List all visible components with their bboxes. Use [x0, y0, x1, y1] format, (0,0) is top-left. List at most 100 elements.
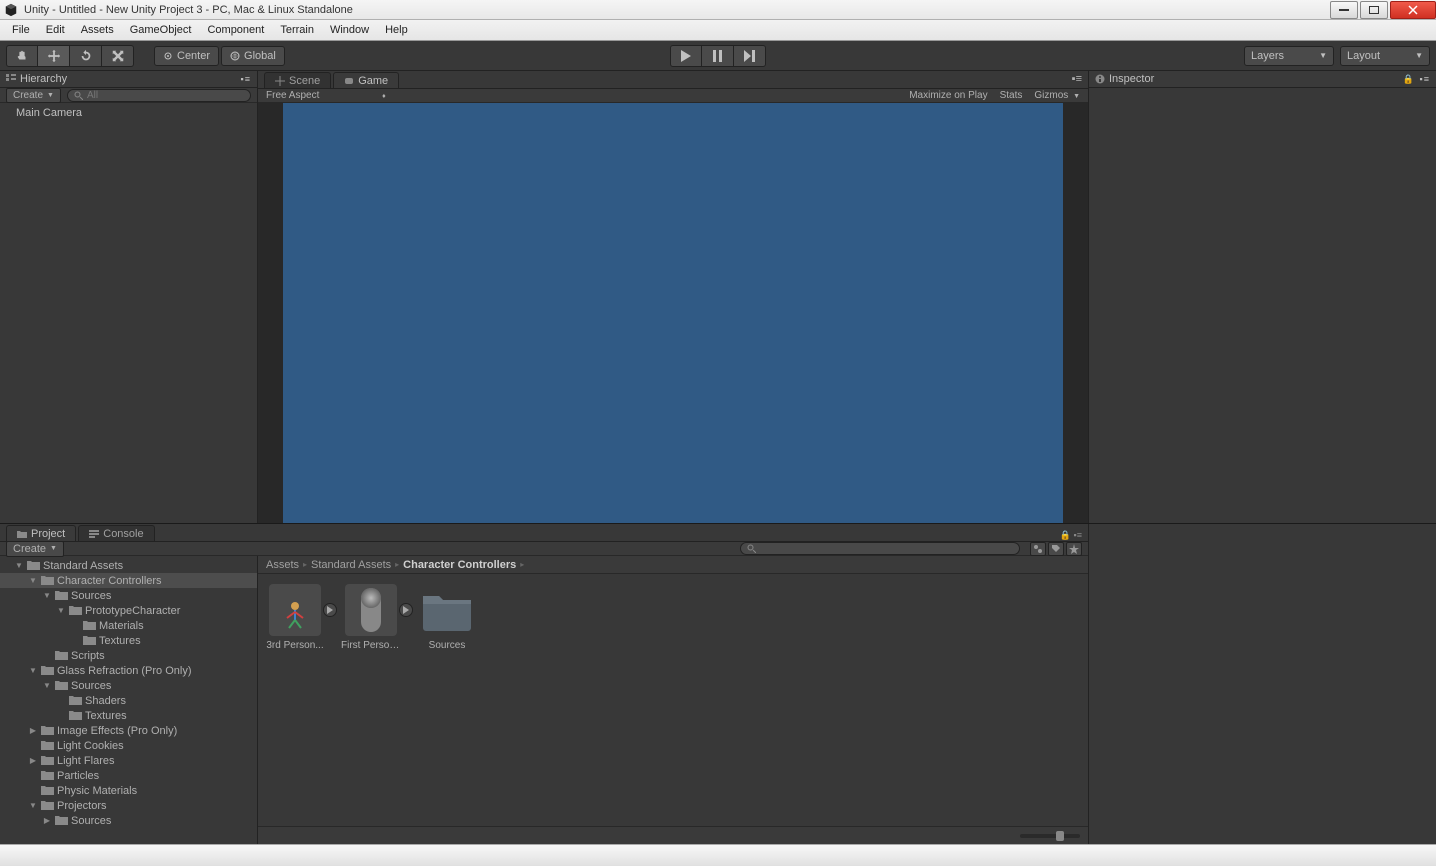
- play-indicator-icon[interactable]: [399, 603, 413, 617]
- scene-tab[interactable]: Scene: [264, 72, 331, 88]
- hand-tool-button[interactable]: [6, 45, 38, 67]
- asset-item[interactable]: Sources: [420, 584, 474, 816]
- play-indicator-icon[interactable]: [323, 603, 337, 617]
- hierarchy-list[interactable]: Main Camera: [0, 103, 257, 523]
- project-tree[interactable]: ▼Standard Assets▼Character Controllers▼S…: [0, 556, 258, 844]
- filter-by-type-button[interactable]: [1030, 542, 1046, 556]
- expand-arrow-icon[interactable]: ▼: [14, 561, 24, 570]
- tree-item[interactable]: ▼Character Controllers: [0, 573, 257, 588]
- menu-help[interactable]: Help: [377, 21, 416, 39]
- breadcrumb-current[interactable]: Character Controllers: [403, 559, 516, 571]
- pause-button[interactable]: [702, 45, 734, 67]
- move-tool-button[interactable]: [38, 45, 70, 67]
- project-tab[interactable]: Project: [6, 525, 76, 541]
- space-toggle[interactable]: Global: [221, 46, 285, 66]
- tree-item[interactable]: ▼Glass Refraction (Pro Only): [0, 663, 257, 678]
- tree-item[interactable]: ▼PrototypeCharacter: [0, 603, 257, 618]
- inspector-spill-panel: [1088, 524, 1436, 844]
- panel-options-icon[interactable]: 🔒 ▪≡: [1060, 530, 1082, 541]
- window-maximize-button[interactable]: [1360, 1, 1388, 19]
- inspector-tab[interactable]: Inspector 🔒 ▪≡: [1089, 71, 1436, 88]
- tree-item-label: Standard Assets: [43, 560, 123, 572]
- window-close-button[interactable]: [1390, 1, 1436, 19]
- hierarchy-search-input[interactable]: All: [67, 89, 251, 102]
- panel-options-icon[interactable]: ▪≡: [1072, 73, 1082, 85]
- menu-file[interactable]: File: [4, 21, 38, 39]
- tree-item[interactable]: Textures: [0, 708, 257, 723]
- tree-item[interactable]: ▶ Sources: [0, 813, 257, 828]
- panel-options-icon[interactable]: ▪≡: [241, 74, 251, 84]
- project-search-input[interactable]: [740, 542, 1020, 555]
- game-render-area: [283, 103, 1063, 523]
- tree-item-label: Sources: [71, 815, 111, 827]
- tree-item[interactable]: ▶Light Flares: [0, 753, 257, 768]
- expand-arrow-icon[interactable]: ▶: [42, 816, 52, 825]
- game-tab[interactable]: Game: [333, 72, 399, 88]
- expand-arrow-icon[interactable]: ▼: [28, 666, 38, 675]
- hierarchy-item[interactable]: Main Camera: [0, 105, 257, 121]
- pivot-toggle[interactable]: Center: [154, 46, 219, 66]
- filter-by-label-button[interactable]: [1048, 542, 1064, 556]
- tree-item[interactable]: ▼Projectors: [0, 798, 257, 813]
- tree-item[interactable]: ▼ Standard Assets: [0, 558, 257, 573]
- main-toolbar: Center Global Layers ▼ Layout ▼: [0, 41, 1436, 71]
- tree-item-label: Particles: [57, 770, 99, 782]
- tree-item[interactable]: ▼ Sources: [0, 588, 257, 603]
- tree-item[interactable]: ▼Sources: [0, 678, 257, 693]
- tree-item[interactable]: ▶ Image Effects (Pro Only): [0, 723, 257, 738]
- tree-item[interactable]: Scripts: [0, 648, 257, 663]
- tree-item[interactable]: Particles: [0, 768, 257, 783]
- expand-arrow-icon[interactable]: ▶: [28, 756, 38, 765]
- expand-arrow-icon[interactable]: ▶: [28, 726, 38, 735]
- tree-item[interactable]: Light Cookies: [0, 738, 257, 753]
- rotate-tool-button[interactable]: [70, 45, 102, 67]
- expand-arrow-icon[interactable]: ▼: [28, 576, 38, 585]
- layers-dropdown[interactable]: Layers ▼: [1244, 46, 1334, 66]
- step-button[interactable]: [734, 45, 766, 67]
- asset-grid[interactable]: 3rd Person... First Person... Sources: [258, 574, 1088, 826]
- play-button[interactable]: [670, 45, 702, 67]
- breadcrumb-item[interactable]: Assets: [266, 559, 299, 571]
- tree-item[interactable]: Textures: [0, 633, 257, 648]
- asset-item[interactable]: 3rd Person...: [268, 584, 322, 816]
- panel-options-icon[interactable]: ▪≡: [1420, 74, 1430, 84]
- game-view[interactable]: [258, 103, 1088, 523]
- expand-arrow-icon[interactable]: ▼: [42, 591, 52, 600]
- project-footer: [258, 826, 1088, 844]
- project-create-dropdown[interactable]: Create ▼: [6, 541, 64, 557]
- thumbnail-size-slider[interactable]: [1020, 834, 1080, 838]
- search-icon: [747, 544, 756, 553]
- breadcrumb-item[interactable]: Standard Assets: [311, 559, 391, 571]
- menu-edit[interactable]: Edit: [38, 21, 73, 39]
- layout-dropdown[interactable]: Layout ▼: [1340, 46, 1430, 66]
- layers-label: Layers: [1251, 50, 1284, 62]
- save-search-button[interactable]: [1066, 542, 1082, 556]
- menu-window[interactable]: Window: [322, 21, 377, 39]
- menu-assets[interactable]: Assets: [73, 21, 122, 39]
- scale-tool-button[interactable]: [102, 45, 134, 67]
- maximize-on-play-toggle[interactable]: Maximize on Play: [909, 90, 987, 101]
- menu-gameobject[interactable]: GameObject: [122, 21, 200, 39]
- stats-toggle[interactable]: Stats: [1000, 90, 1023, 101]
- hierarchy-tab[interactable]: Hierarchy ▪≡: [0, 71, 257, 88]
- hierarchy-create-dropdown[interactable]: Create ▼: [6, 88, 61, 103]
- console-tab[interactable]: Console: [78, 525, 154, 541]
- center-icon: [163, 51, 173, 61]
- menu-terrain[interactable]: Terrain: [272, 21, 322, 39]
- window-minimize-button[interactable]: [1330, 1, 1358, 19]
- lock-icon[interactable]: 🔒: [1403, 74, 1414, 85]
- tree-item[interactable]: Materials: [0, 618, 257, 633]
- aspect-dropdown[interactable]: Free Aspect ♦: [266, 90, 386, 101]
- expand-arrow-icon[interactable]: ▼: [28, 801, 38, 810]
- asset-item[interactable]: First Person...: [344, 584, 398, 816]
- inspector-tab-label: Inspector: [1109, 73, 1154, 85]
- gizmos-dropdown[interactable]: Gizmos ▼: [1034, 90, 1080, 101]
- tree-item[interactable]: Physic Materials: [0, 783, 257, 798]
- tree-item-label: Sources: [71, 590, 111, 602]
- expand-arrow-icon[interactable]: ▼: [42, 681, 52, 690]
- tree-item[interactable]: Shaders: [0, 693, 257, 708]
- tree-item-label: Image Effects (Pro Only): [57, 725, 177, 737]
- window-title: Unity - Untitled - New Unity Project 3 -…: [24, 4, 353, 16]
- menu-component[interactable]: Component: [199, 21, 272, 39]
- expand-arrow-icon[interactable]: ▼: [56, 606, 66, 615]
